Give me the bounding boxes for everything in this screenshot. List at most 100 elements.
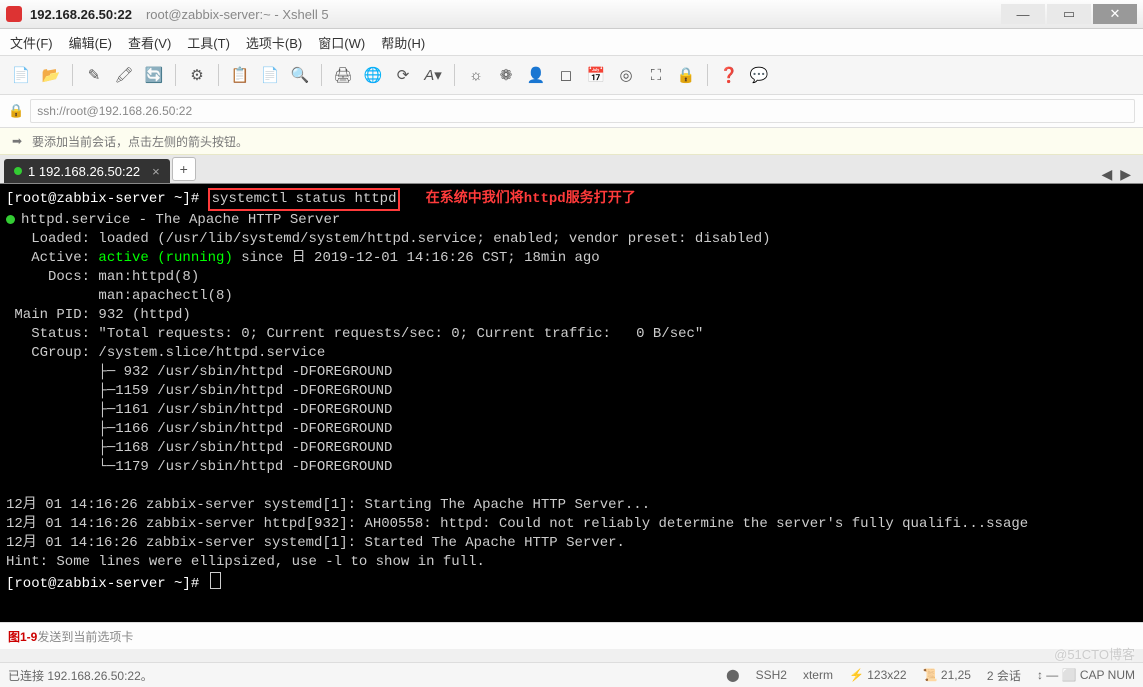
new-tab-button[interactable]: + bbox=[172, 157, 196, 181]
menu-tab[interactable]: 选项卡(B) bbox=[246, 33, 302, 52]
separator bbox=[218, 64, 219, 86]
notice-bar: ➡ 要添加当前会话，点击左侧的箭头按钮。 bbox=[0, 128, 1143, 155]
menu-bar: 文件(F) 编辑(E) 查看(V) 工具(T) 选项卡(B) 窗口(W) 帮助(… bbox=[0, 29, 1143, 56]
fullscreen-icon[interactable]: ⛶ bbox=[643, 62, 669, 88]
hint: Hint: Some lines were ellipsized, use -l… bbox=[6, 554, 485, 570]
tab-label: 1 192.168.26.50:22 bbox=[28, 164, 140, 179]
minimize-button[interactable]: — bbox=[1001, 4, 1045, 24]
layout-icon[interactable]: ◻ bbox=[553, 62, 579, 88]
chat-icon[interactable]: 💬 bbox=[746, 62, 772, 88]
terminal-output[interactable]: [root@zabbix-server ~]# systemctl status… bbox=[0, 184, 1143, 622]
status-bar: 已连接 192.168.26.50:22。 ⬤ SSH2 xterm ⚡ 123… bbox=[0, 662, 1143, 687]
cursor-icon bbox=[210, 572, 221, 589]
accessory1-icon[interactable]: ☼ bbox=[463, 62, 489, 88]
status-size: 123x22 bbox=[867, 668, 906, 682]
line-loaded: Loaded: loaded (/usr/lib/systemd/system/… bbox=[6, 231, 771, 247]
title-ip: 192.168.26.50:22 bbox=[30, 7, 132, 22]
copy-icon[interactable]: 📋 bbox=[227, 62, 253, 88]
annotation-text: 在系统中我们将httpd服务打开了 bbox=[426, 191, 636, 207]
separator bbox=[454, 64, 455, 86]
title-path: root@zabbix-server:~ - Xshell 5 bbox=[146, 7, 329, 22]
line-docs1: Docs: man:httpd(8) bbox=[6, 269, 199, 285]
target-icon[interactable]: ◎ bbox=[613, 62, 639, 88]
proc-1: ├─ 932 /usr/sbin/httpd -DFOREGROUND bbox=[6, 364, 392, 380]
tab-nav: ◀ ▶ bbox=[1093, 166, 1139, 183]
line-docs2: man:apachectl(8) bbox=[6, 288, 233, 304]
address-bar: 🔒 ssh://root@192.168.26.50:22 bbox=[0, 95, 1143, 128]
line-active-state: active (running) bbox=[98, 250, 232, 266]
menu-view[interactable]: 查看(V) bbox=[128, 33, 171, 52]
log-3: 12月 01 14:16:26 zabbix-server systemd[1]… bbox=[6, 535, 625, 551]
close-button[interactable]: ✕ bbox=[1093, 4, 1137, 24]
prompt: [root@zabbix-server ~]# bbox=[6, 191, 208, 207]
separator bbox=[175, 64, 176, 86]
line-service: httpd.service - The Apache HTTP Server bbox=[21, 212, 340, 228]
status-pos: 21,25 bbox=[941, 668, 971, 682]
figure-label: 图1-9 bbox=[8, 628, 37, 645]
address-field[interactable]: ssh://root@192.168.26.50:22 bbox=[30, 99, 1135, 123]
lock-small-icon: 🔒 bbox=[8, 103, 24, 119]
status-dot-icon bbox=[14, 167, 22, 175]
line-cgroup: CGroup: /system.slice/httpd.service bbox=[6, 345, 325, 361]
paste-icon[interactable]: 📄 bbox=[257, 62, 283, 88]
open-icon[interactable]: 📂 bbox=[38, 62, 64, 88]
print-icon[interactable]: 🖨 bbox=[330, 62, 356, 88]
status-lock-icon: ⬤ bbox=[726, 668, 739, 682]
add-session-arrow-icon[interactable]: ➡ bbox=[8, 132, 26, 150]
status-sessions: 2 会话 bbox=[987, 667, 1021, 684]
separator bbox=[321, 64, 322, 86]
edit-icon[interactable]: ✎ bbox=[81, 62, 107, 88]
menu-edit[interactable]: 编辑(E) bbox=[69, 33, 112, 52]
new-session-icon[interactable]: 📄 bbox=[8, 62, 34, 88]
find-icon[interactable]: 🔍 bbox=[287, 62, 313, 88]
log-1: 12月 01 14:16:26 zabbix-server systemd[1]… bbox=[6, 497, 650, 513]
user-icon[interactable]: 👤 bbox=[523, 62, 549, 88]
prompt-2: [root@zabbix-server ~]# bbox=[6, 576, 208, 592]
proc-6: └─1179 /usr/sbin/httpd -DFOREGROUND bbox=[6, 459, 392, 475]
refresh2-icon[interactable]: ⟳ bbox=[390, 62, 416, 88]
status-extra-icons: ↕ — ⬜ CAP NUM bbox=[1037, 668, 1135, 682]
toolbar: 📄 📂 ✎ 🖍 🔄 ⚙ 📋 📄 🔍 🖨 🌐 ⟳ A▾ ☼ ❁ 👤 ◻ 📅 ◎ ⛶… bbox=[0, 56, 1143, 95]
log-2: 12月 01 14:16:26 zabbix-server httpd[932]… bbox=[6, 516, 1028, 532]
status-proto: SSH2 bbox=[756, 668, 787, 682]
accessory2-icon[interactable]: ❁ bbox=[493, 62, 519, 88]
proc-3: ├─1161 /usr/sbin/httpd -DFOREGROUND bbox=[6, 402, 392, 418]
title-bar: 192.168.26.50:22 root@zabbix-server:~ - … bbox=[0, 0, 1143, 29]
notice-text: 要添加当前会话，点击左侧的箭头按钮。 bbox=[32, 133, 248, 150]
send-bar: 图1-9 发送到当前选项卡 bbox=[0, 622, 1143, 649]
lock-icon[interactable] bbox=[673, 62, 699, 88]
line-mainpid: Main PID: 932 (httpd) bbox=[6, 307, 191, 323]
maximize-button[interactable]: ▭ bbox=[1047, 4, 1091, 24]
calendar-icon[interactable]: 📅 bbox=[583, 62, 609, 88]
tab-close-icon[interactable]: × bbox=[152, 164, 160, 179]
tab-next-icon[interactable]: ▶ bbox=[1120, 166, 1131, 183]
highlight-icon[interactable]: 🖍 bbox=[111, 62, 137, 88]
web-icon[interactable]: 🌐 bbox=[360, 62, 386, 88]
address-value: ssh://root@192.168.26.50:22 bbox=[37, 104, 192, 118]
tab-prev-icon[interactable]: ◀ bbox=[1101, 166, 1112, 183]
separator bbox=[72, 64, 73, 86]
proc-2: ├─1159 /usr/sbin/httpd -DFOREGROUND bbox=[6, 383, 392, 399]
proc-4: ├─1166 /usr/sbin/httpd -DFOREGROUND bbox=[6, 421, 392, 437]
status-term: xterm bbox=[803, 668, 833, 682]
command-highlight: systemctl status httpd bbox=[208, 188, 401, 211]
font-icon[interactable]: A▾ bbox=[420, 62, 446, 88]
line-status: Status: "Total requests: 0; Current requ… bbox=[6, 326, 703, 342]
status-connection: 已连接 192.168.26.50:22。 bbox=[8, 667, 153, 684]
tab-strip: 1 192.168.26.50:22 × + ◀ ▶ bbox=[0, 155, 1143, 184]
window-controls: — ▭ ✕ bbox=[1001, 4, 1137, 24]
menu-window[interactable]: 窗口(W) bbox=[318, 33, 365, 52]
service-dot-icon bbox=[6, 215, 15, 224]
send-hint: 发送到当前选项卡 bbox=[37, 628, 133, 645]
line-active-since: since 日 2019-12-01 14:16:26 CST; 18min a… bbox=[233, 250, 600, 266]
proc-5: ├─1168 /usr/sbin/httpd -DFOREGROUND bbox=[6, 440, 392, 456]
separator bbox=[707, 64, 708, 86]
line-active-label: Active: bbox=[6, 250, 98, 266]
help-icon[interactable]: ❓ bbox=[716, 62, 742, 88]
menu-file[interactable]: 文件(F) bbox=[10, 33, 53, 52]
properties-icon[interactable]: ⚙ bbox=[184, 62, 210, 88]
session-tab[interactable]: 1 192.168.26.50:22 × bbox=[4, 159, 170, 183]
menu-help[interactable]: 帮助(H) bbox=[381, 33, 425, 52]
menu-tools[interactable]: 工具(T) bbox=[187, 33, 230, 52]
reconnect-icon[interactable]: 🔄 bbox=[141, 62, 167, 88]
